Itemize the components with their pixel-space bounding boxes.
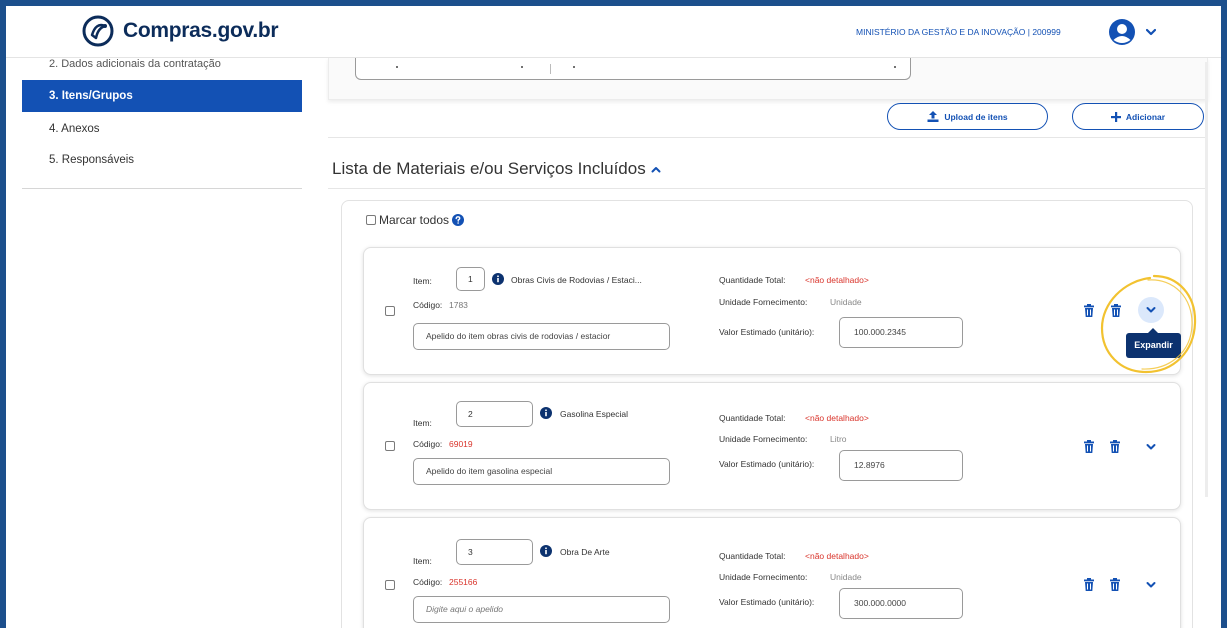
codigo-label: Código: <box>413 439 443 449</box>
top-header: Compras.gov.br MINISTÉRIO DA GESTÃO E DA… <box>6 6 1221 58</box>
organization-label[interactable]: MINISTÉRIO DA GESTÃO E DA INOVAÇÃO | 200… <box>856 27 1061 37</box>
item-name: Obra De Arte <box>560 547 610 557</box>
trash-icon[interactable] <box>1084 578 1094 591</box>
apelido-input[interactable]: Apelido do item obras civis de rodovias … <box>413 323 670 350</box>
valor-estimado-label: Valor Estimado (unitário): <box>719 597 815 607</box>
item-label: Item: <box>413 418 432 428</box>
sidebar-item-anexos[interactable]: 4. Anexos <box>22 113 302 145</box>
info-circle-icon[interactable] <box>540 407 552 419</box>
chevron-down-icon[interactable] <box>1146 443 1156 451</box>
select-dot <box>396 66 398 68</box>
codigo-value: 255166 <box>449 577 478 587</box>
chevron-down-icon <box>1146 307 1156 313</box>
upload-items-label: Upload de itens <box>944 111 1008 122</box>
divider <box>328 137 1208 138</box>
logo-text: Compras.gov.br <box>123 19 279 42</box>
unidade-fornecimento-value: Unidade <box>830 297 862 307</box>
codigo-label: Código: <box>413 577 443 587</box>
select-all-checkbox[interactable] <box>366 215 376 225</box>
expand-tooltip: Expandir <box>1126 328 1181 358</box>
scrollbar[interactable] <box>1205 62 1208 497</box>
item-checkbox[interactable] <box>385 306 395 316</box>
item-checkbox[interactable] <box>385 441 395 451</box>
apelido-input[interactable]: Digite aqui o apelido <box>413 596 670 623</box>
top-select[interactable] <box>355 58 911 80</box>
items-list-container: Marcar todos Item: 1 Obras Civis de Rodo… <box>341 200 1193 628</box>
valor-estimado-input[interactable]: 300.000.0000 <box>839 588 963 619</box>
quantidade-total-label: Quantidade Total: <box>719 413 786 423</box>
valor-estimado-input[interactable]: 100.000.2345 <box>839 317 963 348</box>
quantidade-total-value: <não detalhado> <box>805 413 869 423</box>
add-item-label: Adicionar <box>1125 111 1166 122</box>
trash-icon[interactable] <box>1110 578 1120 591</box>
expand-button[interactable] <box>1138 297 1164 323</box>
select-dot <box>894 66 896 68</box>
valor-estimado-label: Valor Estimado (unitário): <box>719 327 815 337</box>
section-title-text: Lista de Materiais e/ou Serviços Incluíd… <box>332 159 646 178</box>
upload-items-button[interactable]: Upload de itens <box>887 103 1048 130</box>
item-label: Item: <box>413 276 432 286</box>
quantidade-total-value: <não detalhado> <box>805 275 869 285</box>
main-content: Upload de itens Adicionar Lista de Mater… <box>320 58 1221 628</box>
trash-icon[interactable] <box>1084 440 1094 453</box>
info-circle-icon[interactable] <box>492 273 504 285</box>
divider <box>328 188 1208 189</box>
trash-icon[interactable] <box>1084 304 1094 317</box>
trash-icon[interactable] <box>1110 440 1120 453</box>
item-number-input[interactable]: 1 <box>456 267 485 291</box>
quantidade-total-label: Quantidade Total: <box>719 275 786 285</box>
item-card: Item: 3 Obra De Arte Código: 255166 Digi… <box>363 517 1181 628</box>
add-item-button[interactable]: Adicionar <box>1072 103 1204 130</box>
compras-logo-icon <box>82 15 114 47</box>
chevron-down-icon[interactable] <box>1146 581 1156 589</box>
codigo-value: 1783 <box>449 300 468 310</box>
valor-estimado-input[interactable]: 12.8976 <box>839 450 963 481</box>
sidebar-item-dados-adicionais[interactable]: 2. Dados adicionais da contratação <box>49 58 289 70</box>
question-circle-icon[interactable] <box>452 214 465 226</box>
select-dot <box>521 66 523 68</box>
chevron-down-icon[interactable] <box>1146 28 1156 36</box>
apelido-input[interactable]: Apelido do item gasolina especial <box>413 458 670 485</box>
plus-icon <box>1110 111 1121 122</box>
user-avatar-icon[interactable] <box>1109 19 1135 45</box>
select-all[interactable]: Marcar todos <box>366 213 465 227</box>
quantidade-total-value: <não detalhado> <box>805 551 869 561</box>
item-number-input[interactable]: 2 <box>456 401 533 427</box>
select-dot <box>573 66 575 68</box>
unidade-fornecimento-label: Unidade Fornecimento: <box>719 572 808 582</box>
select-separator <box>550 64 551 74</box>
item-name: Gasolina Especial <box>560 409 629 419</box>
valor-estimado-label: Valor Estimado (unitário): <box>719 459 815 469</box>
item-card: Item: 2 Gasolina Especial Código: 69019 … <box>363 382 1181 510</box>
sidebar: 2. Dados adicionais da contratação 3. It… <box>6 58 302 628</box>
unidade-fornecimento-value: Litro <box>830 434 847 444</box>
top-panel <box>328 58 1208 100</box>
info-circle-icon[interactable] <box>540 545 552 557</box>
compras-logo[interactable]: Compras.gov.br <box>81 14 279 48</box>
item-name: Obras Civis de Rodovias / Estaci... <box>511 275 642 285</box>
sidebar-item-responsaveis[interactable]: 5. Responsáveis <box>22 144 302 176</box>
upload-icon <box>927 111 939 122</box>
item-checkbox[interactable] <box>385 580 395 590</box>
item-card: Item: 1 Obras Civis de Rodovias / Estaci… <box>363 247 1181 375</box>
unidade-fornecimento-value: Unidade <box>830 572 862 582</box>
trash-icon[interactable] <box>1111 304 1121 317</box>
codigo-value: 69019 <box>449 439 473 449</box>
sidebar-divider <box>22 188 302 189</box>
unidade-fornecimento-label: Unidade Fornecimento: <box>719 297 808 307</box>
item-number-input[interactable]: 3 <box>456 539 533 565</box>
section-title[interactable]: Lista de Materiais e/ou Serviços Incluíd… <box>332 159 661 179</box>
codigo-label: Código: <box>413 300 443 310</box>
item-label: Item: <box>413 556 432 566</box>
unidade-fornecimento-label: Unidade Fornecimento: <box>719 434 808 444</box>
select-all-label: Marcar todos <box>379 213 450 227</box>
quantidade-total-label: Quantidade Total: <box>719 551 786 561</box>
sidebar-item-itens-grupos[interactable]: 3. Itens/Grupos <box>22 80 302 112</box>
chevron-up-icon[interactable] <box>651 166 661 173</box>
